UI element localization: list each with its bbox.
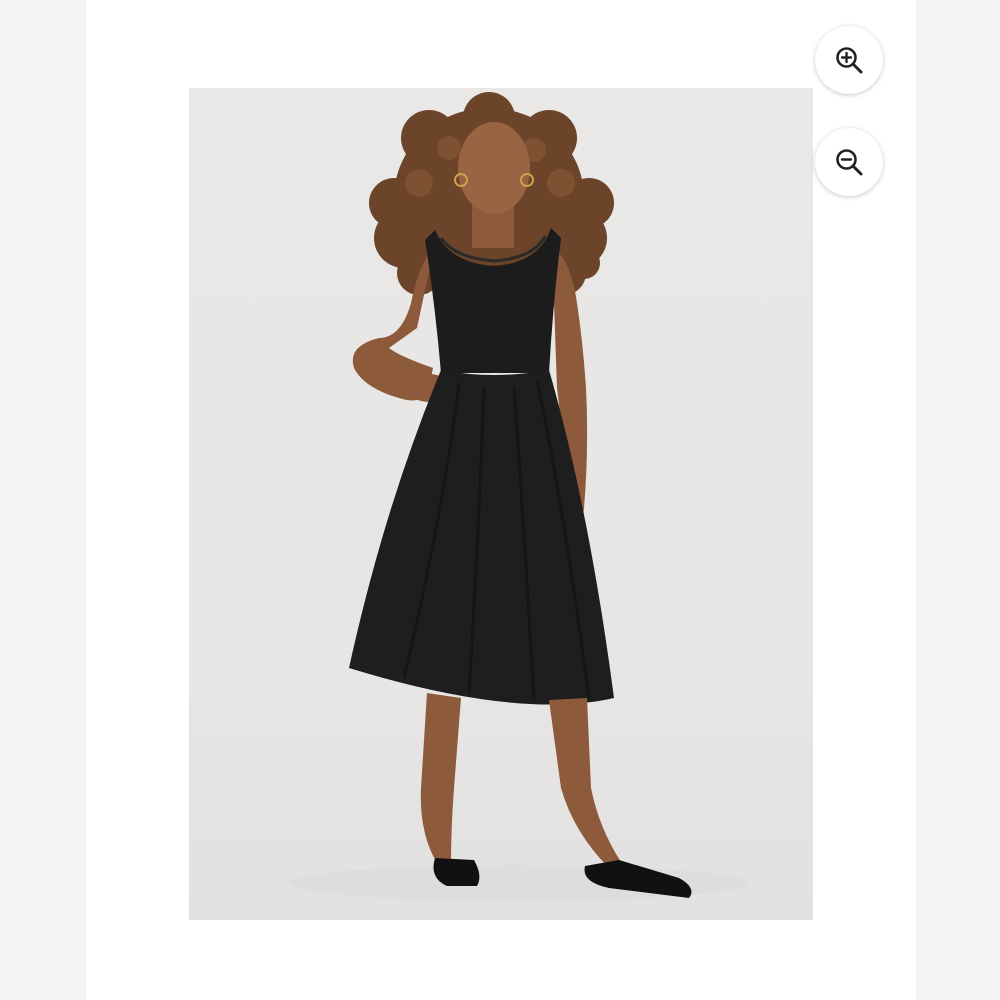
zoom-in-icon [834, 45, 864, 75]
zoom-out-icon [834, 147, 864, 177]
zoom-out-button[interactable] [815, 128, 883, 196]
image-viewer [0, 0, 1000, 1000]
model-figure [289, 92, 749, 901]
product-photo[interactable] [189, 88, 813, 920]
zoom-in-button[interactable] [815, 26, 883, 94]
